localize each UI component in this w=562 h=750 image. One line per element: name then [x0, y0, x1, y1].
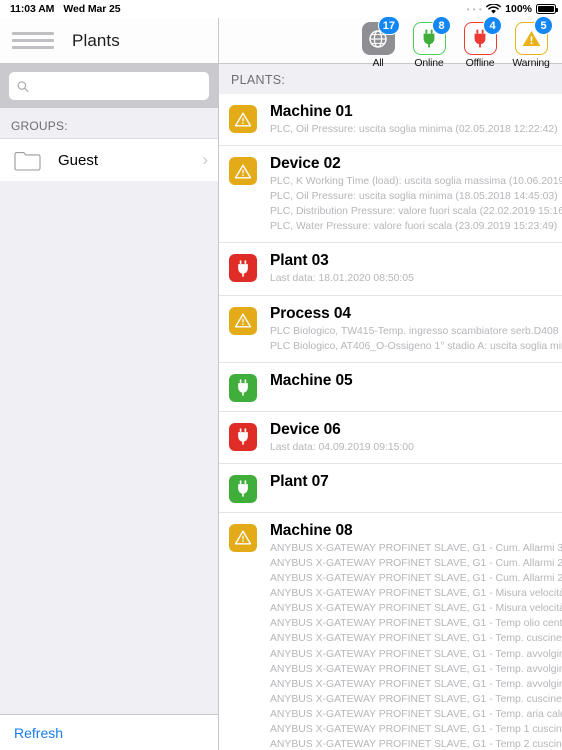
row-body: Device 02 PLC, K Working Time (load): usc…	[270, 155, 562, 233]
row-title: Plant 03	[270, 252, 329, 270]
groups-list: Guest ›	[0, 138, 218, 181]
filter-offline[interactable]: 4 Offline	[459, 16, 502, 69]
row-body: Machine 08 ANYBUS X-GATEWAY PROFINET SLAV…	[270, 522, 562, 750]
filter-button-group: 17 All 8 Online 4 Offline 5 Warning	[357, 16, 553, 69]
warning-triangle-icon	[229, 306, 257, 335]
row-detail-line: PLC, Oil Pressure: uscita soglia minima …	[270, 124, 558, 135]
row-detail-line: ANYBUS X-GATEWAY PROFINET SLAVE, G1 - Te…	[270, 693, 562, 705]
filter-online[interactable]: 8 Online	[408, 16, 451, 69]
sidebar-item-label: Guest	[58, 151, 99, 169]
row-title: Process 04	[270, 304, 351, 322]
plants-pane: PLANTS: Machine 01 PLC, Oil Pressure: usc…	[219, 64, 562, 750]
battery-percent: 100%	[505, 3, 532, 15]
navbar-left: Plants	[0, 18, 219, 63]
row-detail-line: PLC, Oil Pressure: uscita soglia minima …	[270, 191, 558, 203]
filter-warning[interactable]: 5 Warning	[510, 16, 553, 69]
row-detail-line: Last data: 04.09.2019 09:15:00	[270, 441, 414, 453]
row-detail-line: ANYBUS X-GATEWAY PROFINET SLAVE, G1 - Te…	[270, 708, 562, 720]
row-title: Plant 07	[270, 472, 329, 490]
row-title: Device 02	[270, 155, 341, 173]
row-detail-line: PLC, Distribution Pressure: valore fuori…	[270, 206, 562, 218]
status-dots-icon: • • •	[466, 4, 483, 14]
row-body: Process 04 PLC Biologico, TW415-Temp. ing…	[270, 305, 562, 353]
row-detail-line: ANYBUS X-GATEWAY PROFINET SLAVE, G1 - Te…	[270, 678, 562, 690]
search-icon	[17, 80, 29, 92]
row-body: Device 06 Last data: 04.09.2019 09:15:00	[270, 421, 562, 454]
table-row[interactable]: Machine 01 PLC, Oil Pressure: uscita sogl…	[219, 94, 562, 147]
filter-online-badge: 8	[432, 16, 451, 35]
filter-online-label: Online	[414, 57, 444, 69]
row-detail-line: ANYBUS X-GATEWAY PROFINET SLAVE, G1 - Cu…	[270, 557, 562, 569]
row-detail-line: ANYBUS X-GATEWAY PROFINET SLAVE, G1 - Te…	[270, 739, 562, 750]
table-row[interactable]: Machine 05›	[219, 362, 562, 412]
sidebar-item-guest[interactable]: Guest ›	[0, 139, 218, 181]
row-detail-line: PLC, Water Pressure: valore fuori scala …	[270, 221, 558, 233]
sidebar: GROUPS: Guest › Refresh	[0, 64, 219, 750]
filter-all-label: All	[372, 57, 384, 69]
refresh-button[interactable]: Refresh	[14, 725, 63, 741]
plug-icon	[229, 474, 257, 503]
hamburger-menu-icon[interactable]	[12, 32, 54, 49]
filter-all-badge: 17	[377, 16, 400, 35]
plug-icon	[229, 373, 257, 402]
status-bar: 11:03 AM Wed Mar 25 • • • 100%	[0, 0, 562, 18]
row-detail-line: ANYBUS X-GATEWAY PROFINET SLAVE, G1 - Te…	[270, 633, 562, 645]
table-row[interactable]: Machine 08 ANYBUS X-GATEWAY PROFINET SLAV…	[219, 512, 562, 750]
plug-icon	[229, 422, 257, 451]
row-detail-line: PLC Biologico, TW415-Temp. ingresso scam…	[270, 325, 562, 337]
wifi-icon	[486, 3, 501, 14]
chevron-right-icon: ›	[202, 150, 208, 169]
row-detail-line: ANYBUS X-GATEWAY PROFINET SLAVE, G1 - Te…	[270, 618, 562, 630]
filter-all[interactable]: 17 All	[357, 16, 400, 69]
row-detail-line: PLC, K Working Time (load): uscita sogli…	[270, 176, 562, 188]
navigation-bar: Plants 17 All 8 Online 4 Offline 5 Warni…	[0, 16, 562, 69]
row-body: Plant 03 Last data: 18.01.2020 08:50:05	[270, 252, 562, 285]
plants-list[interactable]: Machine 01 PLC, Oil Pressure: uscita sogl…	[219, 94, 562, 750]
row-body: Machine 01 PLC, Oil Pressure: uscita sogl…	[270, 103, 562, 136]
filter-offline-badge: 4	[483, 16, 502, 35]
row-title: Device 06	[270, 420, 341, 438]
search-input[interactable]	[34, 78, 201, 94]
table-row[interactable]: Process 04 PLC Biologico, TW415-Temp. ing…	[219, 295, 562, 363]
row-title: Machine 08	[270, 521, 353, 539]
row-detail-line: ANYBUS X-GATEWAY PROFINET SLAVE, G1 - Te…	[270, 663, 562, 675]
row-detail-line: ANYBUS X-GATEWAY PROFINET SLAVE, G1 - Mi…	[270, 588, 562, 600]
warning-triangle-icon	[229, 523, 257, 552]
folder-icon	[14, 151, 41, 171]
row-detail-line: ANYBUS X-GATEWAY PROFINET SLAVE, G1 - Te…	[270, 723, 562, 735]
page-title: Plants	[72, 30, 120, 50]
filter-warning-label: Warning	[512, 57, 550, 69]
app-root: 11:03 AM Wed Mar 25 • • • 100% Plants 17	[0, 0, 562, 750]
row-title: Machine 05	[270, 371, 353, 389]
filter-offline-label: Offline	[465, 57, 495, 69]
row-title: Machine 01	[270, 103, 353, 120]
row-body: Machine 05	[270, 372, 562, 390]
groups-header: GROUPS:	[0, 108, 218, 138]
sidebar-footer: Refresh	[0, 714, 218, 750]
navbar-right: 17 All 8 Online 4 Offline 5 Warning	[219, 16, 562, 69]
status-time: 11:03 AM	[10, 3, 55, 15]
sidebar-filler	[0, 181, 218, 714]
content-area: GROUPS: Guest › Refresh PLANTS: Machine …	[0, 64, 562, 750]
battery-full-icon	[536, 4, 558, 14]
row-detail-line: ANYBUS X-GATEWAY PROFINET SLAVE, G1 - Cu…	[270, 573, 562, 585]
status-date: Wed Mar 25	[63, 3, 121, 15]
table-row[interactable]: Device 06Last data: 04.09.2019 09:15:00›	[219, 411, 562, 464]
table-row[interactable]: Plant 07›	[219, 463, 562, 513]
filter-warning-badge: 5	[534, 16, 553, 35]
table-row[interactable]: Device 02 PLC, K Working Time (load): usc…	[219, 146, 562, 244]
row-detail-line: ANYBUS X-GATEWAY PROFINET SLAVE, G1 - Mi…	[270, 603, 562, 615]
plug-icon	[229, 254, 257, 283]
row-detail-line: ANYBUS X-GATEWAY PROFINET SLAVE, G1 - Cu…	[270, 542, 562, 554]
search-container	[0, 64, 218, 108]
warning-triangle-icon	[229, 105, 257, 133]
table-row[interactable]: Plant 03Last data: 18.01.2020 08:50:05›	[219, 243, 562, 296]
row-detail-line: Last data: 18.01.2020 08:50:05	[270, 273, 414, 285]
warning-triangle-icon	[229, 157, 257, 186]
search-box[interactable]	[9, 72, 209, 100]
row-body: Plant 07	[270, 473, 562, 491]
row-detail-line: ANYBUS X-GATEWAY PROFINET SLAVE, G1 - Te…	[270, 648, 562, 660]
row-detail-line: PLC Biologico, AT406_O-Ossigeno 1° stadi…	[270, 340, 562, 352]
